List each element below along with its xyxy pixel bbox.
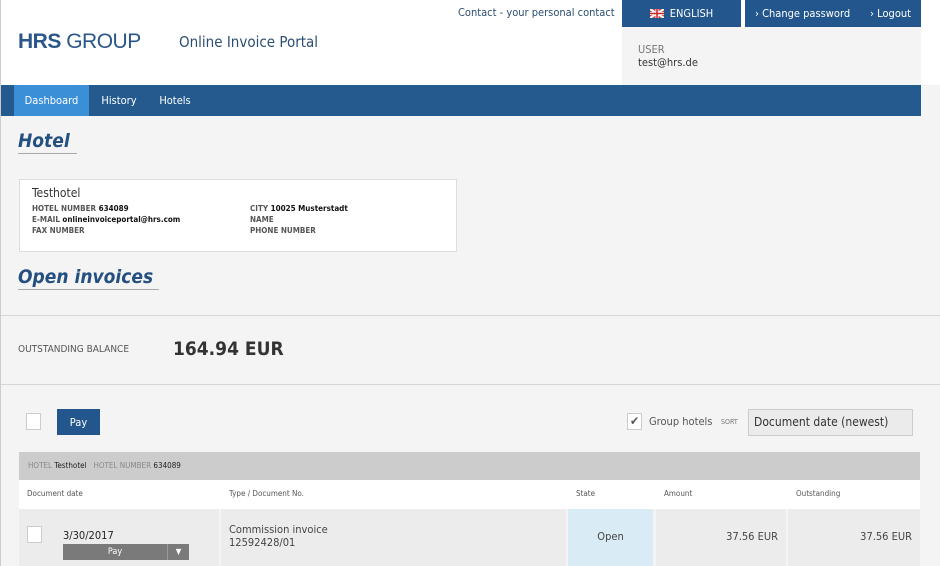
- name-label: NAME: [250, 215, 274, 224]
- sort-select[interactable]: Document date (newest): [748, 409, 913, 436]
- group-hotels-checkbox[interactable]: ✔: [627, 413, 642, 430]
- amount-cell: 37.56 EUR: [656, 509, 786, 566]
- document-date: 3/30/2017: [63, 529, 114, 542]
- outstanding-balance: 164.94 EUR: [173, 338, 284, 360]
- language-label: ENGLISH: [669, 7, 714, 20]
- group-hotel: Testhotel: [54, 461, 87, 470]
- col-amount[interactable]: Amount: [664, 489, 692, 498]
- row-pay-split-button: Pay ▼: [63, 544, 189, 560]
- change-password-link[interactable]: › Change password: [755, 7, 850, 20]
- email-label: E-MAIL: [32, 215, 60, 224]
- pay-button[interactable]: Pay: [57, 409, 100, 435]
- logout-link[interactable]: › Logout: [870, 7, 911, 20]
- fax-label: FAX NUMBER: [32, 226, 85, 235]
- main-nav: Dashboard History Hotels: [1, 85, 921, 116]
- hotel-name: Testhotel: [32, 186, 81, 200]
- hotel-heading: Hotel: [18, 130, 77, 154]
- language-button[interactable]: ENGLISH: [622, 0, 741, 27]
- col-document-date[interactable]: Document date: [27, 489, 83, 498]
- table-header: Document date Type / Document No. State …: [19, 480, 920, 509]
- type-cell: Commission invoice 12592428/01: [221, 509, 566, 566]
- outstanding-balance-label: OUTSTANDING BALANCE: [18, 344, 130, 355]
- phone-label: PHONE NUMBER: [250, 226, 316, 235]
- uk-flag-icon: [649, 9, 664, 18]
- checkmark-icon: ✔: [629, 414, 640, 428]
- group-number-label: HOTEL NUMBER: [93, 461, 152, 470]
- sort-label: SORT: [721, 418, 738, 426]
- document-number: 12592428/01: [229, 536, 296, 549]
- group-hotel-label: HOTEL: [28, 461, 53, 470]
- account-links: › Change password › Logout: [745, 0, 921, 27]
- open-invoices-heading: Open invoices: [18, 266, 159, 290]
- user-email: test@hrs.de: [638, 56, 698, 69]
- document-type: Commission invoice: [229, 523, 328, 536]
- hotel-group-header: HOTEL Testhotel HOTEL NUMBER 634089: [19, 452, 920, 480]
- hotel-number: 634089: [98, 204, 129, 213]
- chevron-right-icon: ›: [754, 7, 759, 20]
- tab-dashboard[interactable]: Dashboard: [14, 85, 89, 116]
- contact-link[interactable]: Contact - your personal contact: [458, 6, 615, 19]
- city-label: CITY: [250, 204, 269, 213]
- hotel-card: Testhotel HOTEL NUMBER 634089 E-MAIL onl…: [19, 179, 457, 252]
- row-checkbox[interactable]: [27, 526, 42, 543]
- outstanding-cell: 37.56 EUR: [788, 509, 920, 566]
- hotel-email: onlineinvoiceportal@hrs.com: [62, 215, 181, 224]
- divider: [1, 315, 940, 316]
- col-type[interactable]: Type / Document No.: [229, 489, 304, 498]
- hotel-number-label: HOTEL NUMBER: [32, 204, 97, 213]
- group-hotels-label: Group hotels: [649, 415, 713, 428]
- row-pay-button[interactable]: Pay: [63, 544, 167, 560]
- portal-title: Online Invoice Portal: [179, 33, 319, 51]
- dropdown-arrow-icon[interactable]: ▼: [167, 544, 189, 560]
- state-cell: Open: [568, 509, 653, 566]
- col-state[interactable]: State: [576, 489, 595, 498]
- divider: [1, 384, 940, 385]
- tab-history[interactable]: History: [89, 85, 149, 116]
- select-all-checkbox[interactable]: [26, 413, 41, 430]
- chevron-right-icon: ›: [870, 7, 875, 20]
- group-number: 634089: [153, 461, 181, 470]
- hrs-group-logo[interactable]: HRS GROUP: [18, 30, 141, 54]
- user-box: USER test@hrs.de: [622, 27, 921, 85]
- date-cell: 3/30/2017 Pay ▼: [19, 509, 219, 566]
- hotel-city: 10025 Musterstadt: [270, 204, 348, 213]
- user-label: USER: [638, 43, 665, 56]
- col-outstanding[interactable]: Outstanding: [796, 489, 840, 498]
- tab-hotels[interactable]: Hotels: [149, 85, 201, 116]
